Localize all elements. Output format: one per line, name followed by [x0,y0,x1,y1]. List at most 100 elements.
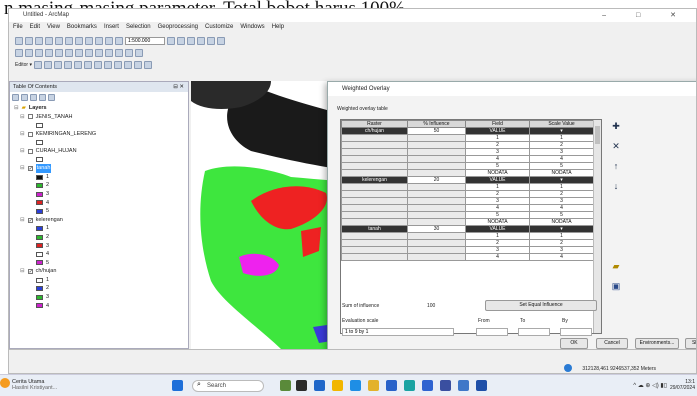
add-data-icon[interactable] [115,36,123,45]
table-row[interactable]: 33 [341,246,594,254]
edit-annotation-icon[interactable] [43,60,52,69]
raster-cell-scale[interactable]: ▾ [529,176,594,184]
print-icon[interactable] [45,36,53,45]
set-equal-influence-button[interactable]: Set Equal Influence [485,300,597,311]
cut-polygons-icon[interactable] [103,60,112,69]
task-view-icon[interactable] [296,380,307,391]
toc-layer-row[interactable]: ⊟ ✓ kelerengan [14,216,188,225]
file-explorer-icon[interactable] [368,380,379,391]
news-widget[interactable]: Cerita Utama Hasilni Kristiyant... [12,379,57,391]
toc-options-icon[interactable] [48,94,55,101]
menu-item[interactable]: View [47,24,60,30]
search-window-icon[interactable] [197,36,205,45]
expand-icon[interactable]: ⊟ [20,113,25,122]
raster-cell-field[interactable]: VALUE [465,127,530,135]
raster-row[interactable]: ch/hujan 50 VALUE ▾ [341,127,594,135]
select-features-icon[interactable] [75,48,83,57]
zoom-out-icon[interactable] [25,48,33,57]
list-by-selection-icon[interactable] [39,94,46,101]
scale-value-cell[interactable]: 3 [529,197,594,205]
by-input[interactable] [560,328,592,336]
edit-vertices-icon[interactable] [83,60,92,69]
layer-name[interactable]: JENIS_TANAH [36,113,73,122]
expand-icon[interactable]: ⊟ [20,130,25,139]
menu-item[interactable]: Edit [30,24,40,30]
scale-value-cell[interactable]: 1 [529,183,594,191]
straight-segment-icon[interactable] [53,60,62,69]
collapse-icon[interactable]: ⊟ [14,104,19,113]
arctoolbox-icon[interactable] [207,36,215,45]
redo-icon[interactable] [105,36,113,45]
list-by-visibility-icon[interactable] [30,94,37,101]
table-row[interactable]: 33 [341,197,594,205]
back-extent-icon[interactable] [55,48,63,57]
layer-name[interactable]: CURAH_HUJAN [36,147,77,156]
zoom-in-icon[interactable] [15,48,23,57]
ok-button[interactable]: OK [560,338,588,349]
move-down-icon[interactable]: ↓ [610,180,622,192]
table-row[interactable]: 11 [341,134,594,142]
environments-button[interactable]: Environments... [635,338,679,349]
table-row[interactable]: 44 [341,204,594,212]
sketch-properties-icon[interactable] [143,60,152,69]
expand-icon[interactable]: ⊟ [20,147,25,156]
catalog-icon[interactable] [187,36,195,45]
layer-visibility-checkbox[interactable]: ✓ [27,217,33,223]
scale-value-cell[interactable]: 1 [529,232,594,240]
find-icon[interactable] [95,48,103,57]
toc-close-icon[interactable]: ⊟ ✕ [173,82,184,92]
save-icon[interactable] [35,36,43,45]
layer-name[interactable]: ch/hujan [36,267,57,276]
raster-cell-raster[interactable]: tanah [341,225,408,233]
raster-cell-raster[interactable]: kelerengan [341,176,408,184]
cut-icon[interactable] [55,36,63,45]
layer-name[interactable]: tanah [35,164,52,173]
raster-cell-field[interactable]: VALUE [465,225,530,233]
forward-extent-icon[interactable] [65,48,73,57]
raster-cell-influence[interactable]: 50 [407,127,466,135]
add-raster-icon[interactable]: ✚ [610,120,622,132]
table-row[interactable]: 22 [341,190,594,198]
menu-item[interactable]: Insert [104,24,119,30]
cancel-button[interactable]: Cancel [596,338,628,349]
new-icon[interactable] [15,36,23,45]
table-row[interactable]: 33 [341,148,594,156]
menu-item[interactable]: Windows [240,24,264,30]
layer-visibility-checkbox[interactable] [27,131,33,137]
menu-item[interactable]: Selection [126,24,151,30]
move-up-icon[interactable]: ↑ [610,160,622,172]
teams-icon[interactable] [476,380,487,391]
table-row[interactable]: 55 [341,211,594,219]
show-help-button[interactable]: Sh [685,338,696,349]
chrome-icon[interactable] [332,380,343,391]
table-row[interactable]: 22 [341,239,594,247]
scale-value-cell[interactable]: 5 [529,211,594,219]
arcmap-taskbar-icon[interactable] [440,380,451,391]
scale-value-cell[interactable]: 2 [529,190,594,198]
widgets-icon[interactable] [280,380,291,391]
menu-item[interactable]: Geoprocessing [158,24,198,30]
layer-name[interactable]: KEMIRINGAN_LERENG [36,130,97,139]
scale-value-cell[interactable]: NODATA [529,218,594,226]
scale-value-cell[interactable]: NODATA [529,169,594,177]
table-row[interactable]: 55 [341,162,594,170]
from-input[interactable] [476,328,508,336]
toc-layer-row[interactable]: ⊟ ✓ ch/hujan [14,267,188,276]
open-icon[interactable] [25,36,33,45]
identify-icon[interactable] [85,48,93,57]
save-scale-icon[interactable]: ▣ [610,280,622,292]
system-tray[interactable]: ^ ☁ ⊕ ◁) ▮▯ [633,382,667,389]
attributes-icon[interactable] [133,60,142,69]
scale-value-cell[interactable]: 3 [529,148,594,156]
undo-icon[interactable] [95,36,103,45]
rotate-icon[interactable] [123,60,132,69]
toc-window-icon[interactable] [177,36,185,45]
list-by-source-icon[interactable] [21,94,28,101]
raster-cell-scale[interactable]: ▾ [529,127,594,135]
delete-icon[interactable] [85,36,93,45]
table-row[interactable]: NODATA NODATA [341,169,594,177]
scale-value-cell[interactable]: 3 [529,246,594,254]
raster-cell-field[interactable]: VALUE [465,176,530,184]
table-row[interactable]: NODATA NODATA [341,218,594,226]
photos-icon[interactable] [458,380,469,391]
